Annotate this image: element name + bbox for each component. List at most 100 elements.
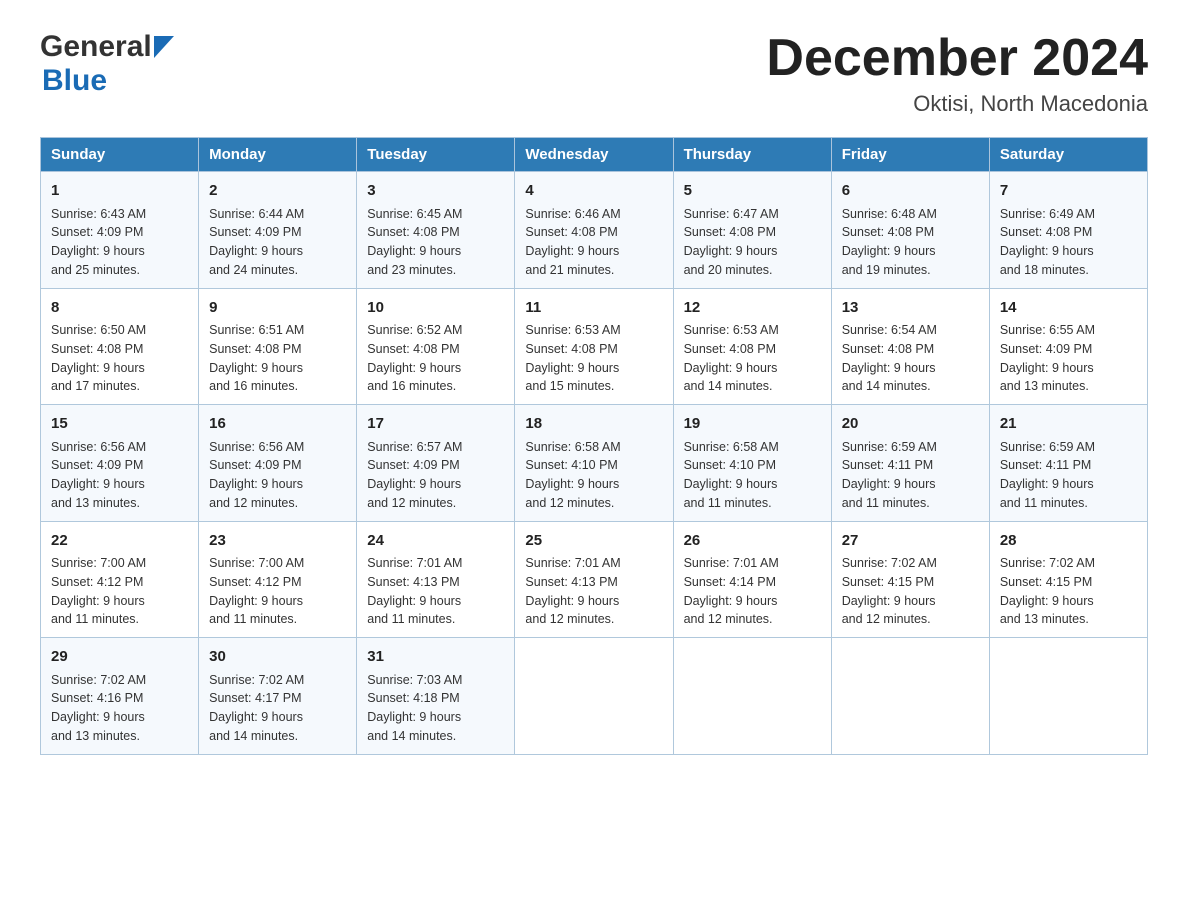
day-info-line: Sunset: 4:13 PM bbox=[525, 573, 662, 592]
day-info-line: Daylight: 9 hours bbox=[684, 475, 821, 494]
day-cell: 14Sunrise: 6:55 AMSunset: 4:09 PMDayligh… bbox=[989, 288, 1147, 405]
day-info-line: Sunset: 4:09 PM bbox=[209, 223, 346, 242]
day-info-line: and 14 minutes. bbox=[842, 377, 979, 396]
day-info-line: Sunset: 4:15 PM bbox=[842, 573, 979, 592]
day-number: 18 bbox=[525, 413, 662, 436]
day-info-line: Daylight: 9 hours bbox=[209, 359, 346, 378]
day-cell: 12Sunrise: 6:53 AMSunset: 4:08 PMDayligh… bbox=[673, 288, 831, 405]
calendar-title: December 2024 bbox=[766, 30, 1148, 87]
day-info-line: Daylight: 9 hours bbox=[209, 475, 346, 494]
day-info-line: Daylight: 9 hours bbox=[367, 475, 504, 494]
day-info-line: and 24 minutes. bbox=[209, 261, 346, 280]
day-cell: 15Sunrise: 6:56 AMSunset: 4:09 PMDayligh… bbox=[41, 405, 199, 522]
day-cell: 22Sunrise: 7:00 AMSunset: 4:12 PMDayligh… bbox=[41, 521, 199, 638]
day-info-line: Sunrise: 6:44 AM bbox=[209, 205, 346, 224]
day-info-line: Sunrise: 7:02 AM bbox=[209, 671, 346, 690]
day-info-line: Sunrise: 6:57 AM bbox=[367, 438, 504, 457]
day-info-line: Daylight: 9 hours bbox=[367, 708, 504, 727]
day-info-line: Daylight: 9 hours bbox=[367, 592, 504, 611]
day-info-line: and 11 minutes. bbox=[842, 494, 979, 513]
day-info-line: Sunset: 4:11 PM bbox=[1000, 456, 1137, 475]
day-number: 28 bbox=[1000, 530, 1137, 553]
day-number: 12 bbox=[684, 297, 821, 320]
day-info-line: and 13 minutes. bbox=[51, 727, 188, 746]
day-cell: 26Sunrise: 7:01 AMSunset: 4:14 PMDayligh… bbox=[673, 521, 831, 638]
day-cell: 6Sunrise: 6:48 AMSunset: 4:08 PMDaylight… bbox=[831, 172, 989, 289]
day-info-line: Sunset: 4:08 PM bbox=[842, 223, 979, 242]
day-info-line: Sunrise: 6:55 AM bbox=[1000, 321, 1137, 340]
day-cell: 20Sunrise: 6:59 AMSunset: 4:11 PMDayligh… bbox=[831, 405, 989, 522]
week-row-5: 29Sunrise: 7:02 AMSunset: 4:16 PMDayligh… bbox=[41, 638, 1148, 755]
day-info-line: Daylight: 9 hours bbox=[842, 359, 979, 378]
day-info-line: Sunset: 4:08 PM bbox=[51, 340, 188, 359]
day-info-line: Daylight: 9 hours bbox=[51, 242, 188, 261]
day-info-line: Sunrise: 7:02 AM bbox=[1000, 554, 1137, 573]
header-row: SundayMondayTuesdayWednesdayThursdayFrid… bbox=[41, 138, 1148, 172]
day-info-line: Sunset: 4:16 PM bbox=[51, 689, 188, 708]
day-number: 19 bbox=[684, 413, 821, 436]
logo-arrow-icon bbox=[154, 36, 174, 58]
day-info-line: Daylight: 9 hours bbox=[209, 708, 346, 727]
day-cell: 28Sunrise: 7:02 AMSunset: 4:15 PMDayligh… bbox=[989, 521, 1147, 638]
day-cell: 31Sunrise: 7:03 AMSunset: 4:18 PMDayligh… bbox=[357, 638, 515, 755]
day-info-line: Sunset: 4:09 PM bbox=[51, 223, 188, 242]
day-info-line: Sunset: 4:09 PM bbox=[367, 456, 504, 475]
day-info-line: Sunrise: 6:59 AM bbox=[842, 438, 979, 457]
day-info-line: Sunrise: 7:01 AM bbox=[525, 554, 662, 573]
day-info-line: and 25 minutes. bbox=[51, 261, 188, 280]
day-info-line: Sunset: 4:08 PM bbox=[209, 340, 346, 359]
day-info-line: Sunset: 4:08 PM bbox=[1000, 223, 1137, 242]
day-info-line: Sunrise: 6:49 AM bbox=[1000, 205, 1137, 224]
day-cell: 7Sunrise: 6:49 AMSunset: 4:08 PMDaylight… bbox=[989, 172, 1147, 289]
day-info-line: Daylight: 9 hours bbox=[51, 475, 188, 494]
day-info-line: and 12 minutes. bbox=[367, 494, 504, 513]
day-info-line: Sunrise: 6:51 AM bbox=[209, 321, 346, 340]
day-cell bbox=[831, 638, 989, 755]
day-number: 21 bbox=[1000, 413, 1137, 436]
day-info-line: Sunset: 4:08 PM bbox=[367, 340, 504, 359]
day-info-line: Daylight: 9 hours bbox=[1000, 475, 1137, 494]
day-cell bbox=[989, 638, 1147, 755]
day-info-line: and 13 minutes. bbox=[1000, 610, 1137, 629]
day-cell: 16Sunrise: 6:56 AMSunset: 4:09 PMDayligh… bbox=[199, 405, 357, 522]
day-info-line: Sunset: 4:17 PM bbox=[209, 689, 346, 708]
day-cell bbox=[515, 638, 673, 755]
day-number: 4 bbox=[525, 180, 662, 203]
day-cell: 21Sunrise: 6:59 AMSunset: 4:11 PMDayligh… bbox=[989, 405, 1147, 522]
day-info-line: Sunrise: 6:53 AM bbox=[525, 321, 662, 340]
day-info-line: Daylight: 9 hours bbox=[842, 592, 979, 611]
day-cell: 5Sunrise: 6:47 AMSunset: 4:08 PMDaylight… bbox=[673, 172, 831, 289]
day-info-line: Daylight: 9 hours bbox=[51, 708, 188, 727]
day-info-line: Sunrise: 7:00 AM bbox=[209, 554, 346, 573]
day-info-line: Daylight: 9 hours bbox=[525, 359, 662, 378]
day-info-line: and 12 minutes. bbox=[842, 610, 979, 629]
day-info-line: Sunrise: 7:00 AM bbox=[51, 554, 188, 573]
day-info-line: Sunset: 4:18 PM bbox=[367, 689, 504, 708]
day-number: 25 bbox=[525, 530, 662, 553]
calendar-body: 1Sunrise: 6:43 AMSunset: 4:09 PMDaylight… bbox=[41, 172, 1148, 755]
day-info-line: Daylight: 9 hours bbox=[367, 359, 504, 378]
day-info-line: Sunset: 4:13 PM bbox=[367, 573, 504, 592]
day-info-line: Sunset: 4:10 PM bbox=[684, 456, 821, 475]
day-info-line: Sunset: 4:08 PM bbox=[684, 340, 821, 359]
day-number: 20 bbox=[842, 413, 979, 436]
day-info-line: Sunset: 4:08 PM bbox=[525, 223, 662, 242]
day-info-line: Sunset: 4:08 PM bbox=[684, 223, 821, 242]
day-info-line: and 12 minutes. bbox=[525, 494, 662, 513]
day-number: 8 bbox=[51, 297, 188, 320]
day-info-line: Daylight: 9 hours bbox=[842, 475, 979, 494]
day-info-line: Sunset: 4:12 PM bbox=[209, 573, 346, 592]
day-info-line: Daylight: 9 hours bbox=[525, 592, 662, 611]
day-info-line: Daylight: 9 hours bbox=[51, 359, 188, 378]
logo-general-text: General bbox=[40, 30, 152, 64]
day-info-line: Sunset: 4:09 PM bbox=[51, 456, 188, 475]
day-cell: 19Sunrise: 6:58 AMSunset: 4:10 PMDayligh… bbox=[673, 405, 831, 522]
day-cell: 3Sunrise: 6:45 AMSunset: 4:08 PMDaylight… bbox=[357, 172, 515, 289]
day-info-line: Sunrise: 6:58 AM bbox=[525, 438, 662, 457]
day-info-line: Daylight: 9 hours bbox=[684, 592, 821, 611]
day-info-line: Sunset: 4:09 PM bbox=[209, 456, 346, 475]
day-number: 23 bbox=[209, 530, 346, 553]
calendar-table: SundayMondayTuesdayWednesdayThursdayFrid… bbox=[40, 137, 1148, 755]
day-info-line: Daylight: 9 hours bbox=[684, 242, 821, 261]
day-info-line: Sunset: 4:10 PM bbox=[525, 456, 662, 475]
